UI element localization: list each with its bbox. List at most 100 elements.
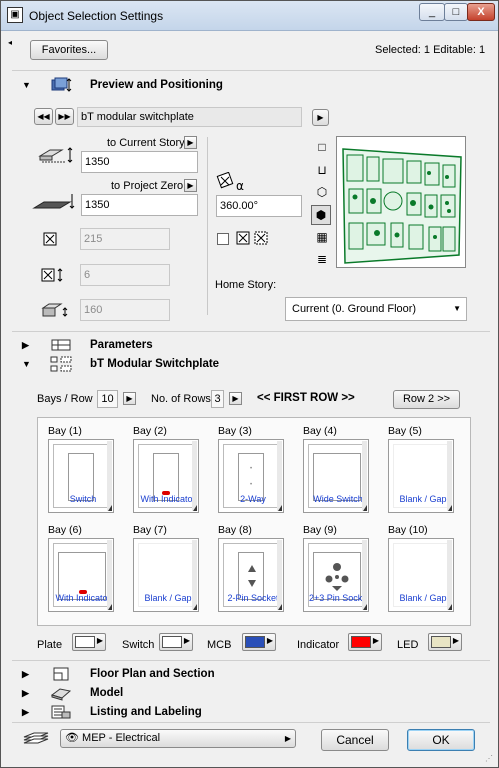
current-story-elevation-input[interactable]: 1350	[81, 151, 198, 173]
ok-button[interactable]: OK	[407, 729, 475, 751]
preview-positioning-icon	[50, 77, 72, 93]
view-elevation-icon[interactable]: ⊔	[313, 163, 331, 177]
bay-caption: Blank / Gap	[399, 593, 447, 603]
expanded-triangle-icon: ▼	[22, 359, 31, 369]
object-name-field: bT modular switchplate	[77, 107, 302, 127]
window-title: Object Selection Settings	[29, 9, 164, 23]
rotation-angle-icon: α	[216, 171, 252, 195]
rows-label: No. of Rows	[151, 393, 211, 405]
bay-1-selector[interactable]: Switch	[48, 439, 114, 513]
view-3d-selected-icon[interactable]: ⬢	[311, 205, 331, 225]
home-story-select[interactable]: Current (0. Ground Floor) ▼	[285, 297, 467, 321]
title-bar: ▣ Object Selection Settings _ □ X	[1, 1, 498, 31]
collapse-arrow-icon[interactable]: ◂	[8, 38, 12, 47]
height-z-icon	[41, 302, 71, 321]
bay-label: Bay (3)	[218, 425, 252, 437]
view-axonometric-icon[interactable]: ⬡	[313, 185, 331, 199]
depth-input[interactable]: 6	[80, 264, 170, 286]
current-story-menu-button[interactable]: ▶	[184, 136, 197, 149]
bay-caption: With Indicator	[55, 593, 111, 603]
view-film-icon[interactable]: ▦	[313, 230, 331, 244]
switch-color-label: Switch	[122, 639, 155, 651]
bay-label: Bay (1)	[48, 425, 82, 437]
height-input[interactable]: 160	[80, 299, 170, 321]
collapsed-triangle-icon: ▶	[22, 707, 29, 717]
layer-icon	[22, 732, 52, 749]
listing-labeling-header[interactable]: ▶ Listing and Labeling	[12, 704, 490, 722]
model-header[interactable]: ▶ Model	[12, 685, 490, 703]
next-row-button[interactable]: Row 2 >>	[393, 390, 460, 409]
home-story-value: Current (0. Ground Floor)	[292, 303, 417, 315]
maximize-button[interactable]: □	[444, 3, 468, 21]
object-selection-settings-window: ▣ Object Selection Settings _ □ X ◂ Favo…	[0, 0, 499, 768]
collapsed-triangle-icon: ▶	[22, 688, 29, 698]
next-object-button[interactable]: ▶▶	[55, 108, 74, 125]
listing-labeling-title: Listing and Labeling	[90, 706, 202, 718]
led-color-label: LED	[397, 639, 419, 651]
mcb-color-picker[interactable]: ▶	[242, 633, 276, 651]
bay-3-selector[interactable]: • • 2-Way	[218, 439, 284, 513]
parameters-icon	[50, 337, 72, 353]
bay-caption: Blank / Gap	[399, 494, 447, 504]
svg-text:α: α	[236, 179, 244, 192]
preview-positioning-title: Preview and Positioning	[90, 79, 223, 91]
bay-9-selector[interactable]: 2+3 Pin Socket	[303, 538, 369, 612]
close-button[interactable]: X	[467, 3, 495, 21]
bay-grid-panel: Bay (1) Switch Bay (2) With Indicator Ba…	[37, 417, 471, 626]
bays-per-row-menu-button[interactable]: ▶	[123, 392, 136, 405]
object-browser-button[interactable]: ▶	[312, 109, 329, 126]
resize-grip-icon[interactable]: ⋰	[485, 754, 493, 763]
favorites-button[interactable]: Favorites...	[30, 40, 108, 60]
project-zero-menu-button[interactable]: ▶	[184, 179, 197, 192]
project-zero-elevation-input[interactable]: 1350	[81, 194, 198, 216]
switch-color-picker[interactable]: ▶	[159, 633, 193, 651]
floor-plan-title: Floor Plan and Section	[90, 668, 215, 680]
collapsed-triangle-icon: ▶	[22, 669, 29, 679]
mirror-checkbox[interactable]	[217, 233, 229, 245]
mirror-icon	[234, 231, 252, 248]
indicator-color-label: Indicator	[297, 639, 340, 651]
floor-plan-section-header[interactable]: ▶ Floor Plan and Section	[12, 666, 490, 684]
plate-color-picker[interactable]: ▶	[72, 633, 106, 651]
preview-positioning-header[interactable]: ▼ Preview and Positioning	[12, 77, 490, 95]
rows-input[interactable]: 3	[211, 390, 224, 408]
bay-caption: 2+3 Pin Socket	[309, 593, 367, 603]
bay-label: Bay (10)	[388, 524, 428, 536]
rows-menu-button[interactable]: ▶	[229, 392, 242, 405]
to-current-story-label: to Current Story	[107, 137, 185, 149]
bay-label: Bay (9)	[303, 524, 337, 536]
bay-4-selector[interactable]: Wide Switch	[303, 439, 369, 513]
bay-6-selector[interactable]: With Indicator	[48, 538, 114, 612]
bay-10-selector[interactable]: Blank / Gap	[388, 538, 454, 612]
bays-per-row-label: Bays / Row	[37, 393, 93, 405]
layer-select[interactable]: 👁 MEP - Electrical ▶	[60, 729, 296, 748]
bay-2-selector[interactable]: With Indicator	[133, 439, 199, 513]
mcb-color-swatch	[245, 636, 265, 648]
bay-5-selector[interactable]: Blank / Gap	[388, 439, 454, 513]
depth-y-icon	[41, 268, 67, 285]
led-color-picker[interactable]: ▶	[428, 633, 462, 651]
indicator-color-picker[interactable]: ▶	[348, 633, 382, 651]
bay-7-selector[interactable]: Blank / Gap	[133, 538, 199, 612]
cancel-button[interactable]: Cancel	[321, 729, 389, 751]
minimize-button[interactable]: _	[419, 3, 445, 21]
dialog-content: ◂ Favorites... Selected: 1 Editable: 1 ▼…	[4, 32, 495, 765]
bay-label: Bay (4)	[303, 425, 337, 437]
rotation-angle-input[interactable]: 360.00°	[216, 195, 302, 217]
view-list-icon[interactable]: ≣	[313, 252, 331, 266]
bay-label: Bay (2)	[133, 425, 167, 437]
previous-object-button[interactable]: ◀◀	[34, 108, 53, 125]
view-2d-icon[interactable]: □	[313, 140, 331, 154]
elevation-project-zero-icon	[32, 192, 76, 217]
switchplate-header[interactable]: ▼ bT Modular Switchplate	[12, 356, 490, 374]
model-icon	[50, 685, 72, 701]
bays-per-row-input[interactable]: 10	[97, 390, 118, 408]
bay-8-selector[interactable]: 2-Pin Socket	[218, 538, 284, 612]
parameters-header[interactable]: ▶ Parameters	[12, 337, 490, 355]
bay-label: Bay (6)	[48, 524, 82, 536]
parameters-title: Parameters	[90, 339, 153, 351]
expanded-triangle-icon: ▼	[22, 80, 31, 90]
dropdown-arrow-icon: ▼	[453, 304, 461, 313]
width-input[interactable]: 215	[80, 228, 170, 250]
elevation-current-story-icon	[36, 142, 76, 167]
